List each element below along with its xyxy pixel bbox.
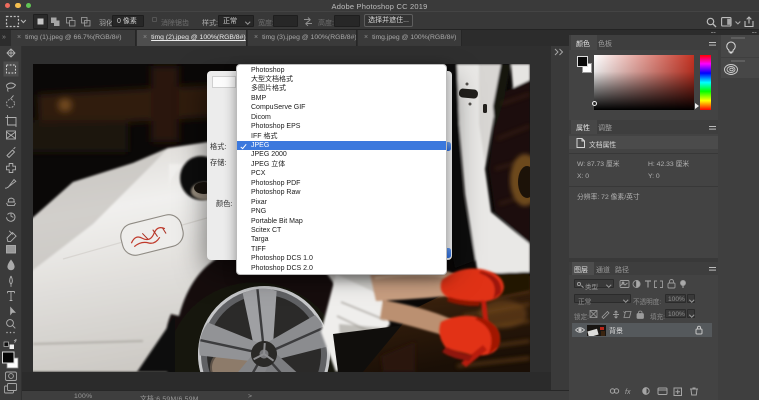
svg-text:fx: fx [625,389,631,396]
